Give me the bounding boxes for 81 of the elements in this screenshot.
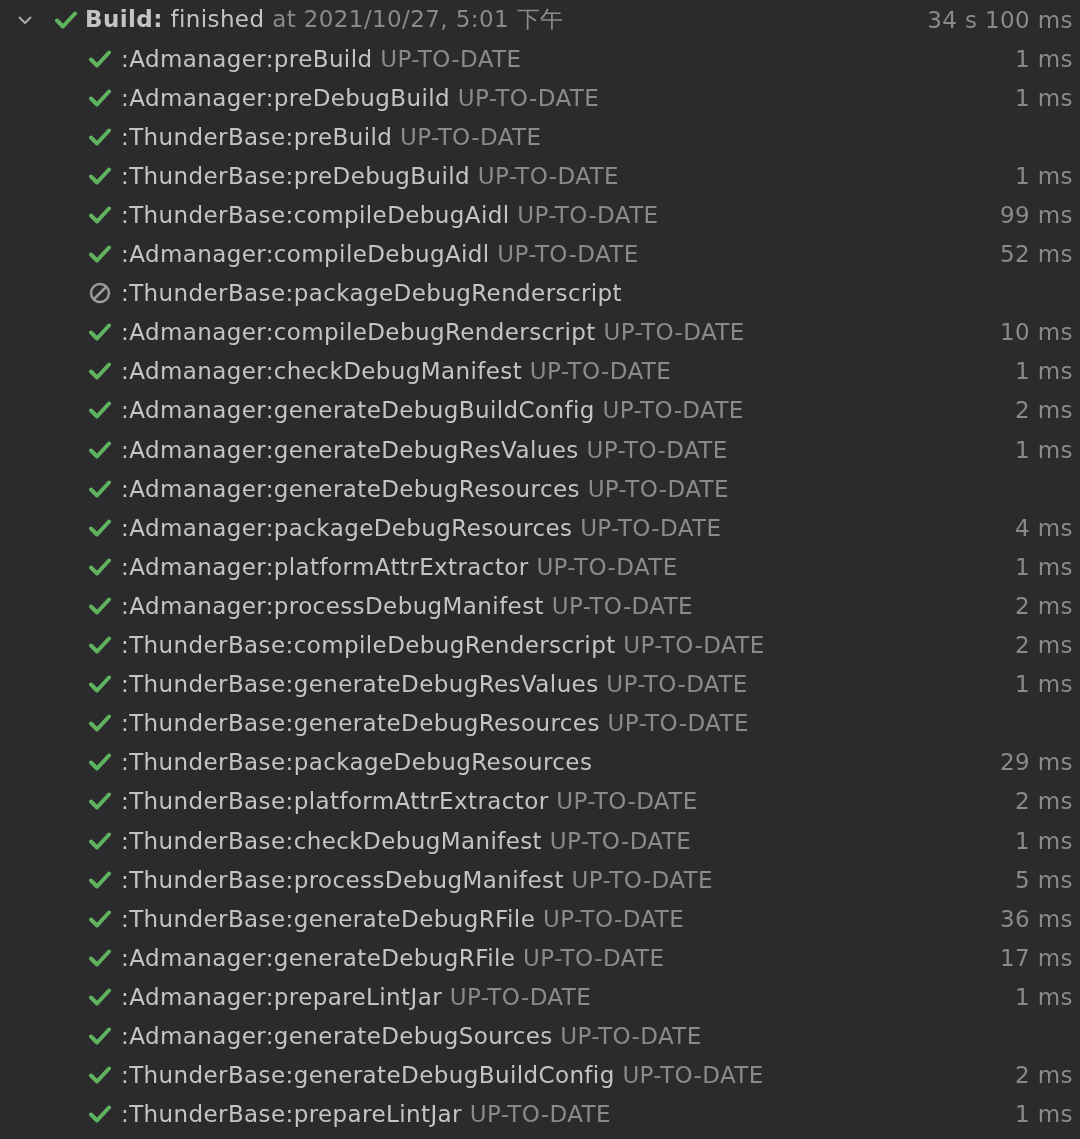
task-name: :Admanager:generateDebugResValues (121, 436, 579, 463)
task-status: UP-TO-DATE (400, 123, 542, 150)
task-name: :Admanager:preBuild (121, 45, 373, 72)
task-duration: 1 ms (1015, 358, 1073, 385)
task-name: :Admanager:generateDebugRFile (121, 944, 516, 971)
task-name: :Admanager:generateDebugSources (121, 1023, 553, 1049)
task-status: UP-TO-DATE (587, 475, 729, 502)
task-status: UP-TO-DATE (497, 241, 639, 268)
task-status: UP-TO-DATE (556, 788, 698, 815)
task-status: UP-TO-DATE (622, 1062, 764, 1089)
task-duration: 10 ms (1000, 319, 1073, 346)
task-name: :Admanager:checkDebugManifest (121, 358, 523, 385)
task-duration: 5 ms (1015, 866, 1073, 893)
task-duration: 1 ms (1015, 84, 1073, 111)
task-duration: 17 ms (1000, 944, 1073, 971)
build-label: Build: (85, 6, 163, 33)
build-time: at 2021/10/27, 5:01 下午 (272, 6, 564, 33)
task-duration: 4 ms (1015, 514, 1073, 541)
task-duration: 2 ms (1015, 788, 1073, 815)
task-status: UP-TO-DATE (623, 632, 765, 659)
task-duration: 29 ms (1000, 749, 1073, 776)
task-name: :Admanager:packageDebugResources (121, 514, 573, 541)
task-name: :Admanager:generateDebugResources (121, 475, 580, 502)
task-status: UP-TO-DATE (571, 866, 713, 893)
task-status: UP-TO-DATE (542, 905, 685, 932)
task-duration: 52 ms (1000, 241, 1073, 268)
task-duration: 36 ms (1000, 905, 1073, 932)
task-name: :ThunderBase:generateDebugResources (121, 710, 600, 737)
task-status: UP-TO-DATE (469, 1101, 611, 1128)
task-duration: 1 ms (1015, 671, 1073, 698)
task-duration: 2 ms (1015, 632, 1073, 659)
task-name: :ThunderBase:packageDebugRenderscript (121, 280, 622, 307)
task-name: :Admanager:compileDebugAidl (121, 241, 490, 268)
task-status: UP-TO-DATE (606, 671, 748, 698)
task-duration: 2 ms (1015, 1062, 1073, 1089)
task-name: :ThunderBase:preBuild (121, 123, 393, 150)
task-name: :ThunderBase:preDebugBuild (121, 162, 470, 189)
task-status: UP-TO-DATE (457, 84, 600, 111)
task-name: :ThunderBase:packageDebugResources (121, 749, 593, 776)
task-name: :ThunderBase:generateDebugResValues (121, 671, 599, 698)
task-status: UP-TO-DATE (586, 436, 728, 463)
task-duration: 2 ms (1015, 397, 1073, 424)
task-duration: 1 ms (1015, 45, 1073, 72)
task-status: UP-TO-DATE (603, 319, 745, 346)
task-duration: 2 ms (1015, 592, 1073, 619)
task-duration: 1 ms (1015, 436, 1073, 463)
task-name: :Admanager:prepareLintJar (121, 983, 443, 1010)
task-duration: 1 ms (1015, 162, 1073, 189)
task-duration: 1 ms (1015, 1101, 1073, 1128)
task-name: :Admanager:processDebugManifest (121, 592, 544, 619)
task-status: UP-TO-DATE (449, 983, 592, 1010)
task-name: :ThunderBase:checkDebugManifest (121, 827, 543, 854)
task-name: :Admanager:platformAttrExtractor (121, 553, 529, 580)
task-status: UP-TO-DATE (517, 202, 659, 228)
task-status: UP-TO-DATE (523, 944, 665, 971)
task-name: :Admanager:compileDebugRenderscript (121, 319, 596, 346)
task-status: UP-TO-DATE (607, 710, 749, 737)
task-name: :ThunderBase:compileDebugRenderscript (121, 632, 616, 659)
task-status: UP-TO-DATE (580, 514, 722, 541)
task-status: UP-TO-DATE (477, 162, 619, 189)
task-name: :ThunderBase:generateDebugRFile (121, 905, 536, 932)
task-name: :ThunderBase:platformAttrExtractor (121, 788, 549, 815)
task-duration: 1 ms (1015, 983, 1073, 1010)
task-name: :ThunderBase:processDebugManifest (121, 866, 564, 893)
task-status: UP-TO-DATE (602, 397, 744, 424)
build-state: finished (170, 6, 265, 33)
task-status: UP-TO-DATE (549, 827, 692, 854)
task-duration: 99 ms (1000, 202, 1073, 228)
task-name: :ThunderBase:compileDebugAidl (121, 202, 510, 228)
task-duration: 1 ms (1015, 553, 1073, 580)
task-status: UP-TO-DATE (529, 358, 672, 385)
task-status: UP-TO-DATE (560, 1023, 702, 1049)
task-name: :Admanager:preDebugBuild (121, 84, 451, 111)
task-status: UP-TO-DATE (380, 45, 522, 72)
task-duration: 1 ms (1015, 827, 1073, 854)
task-name: :Admanager:generateDebugBuildConfig (121, 397, 595, 424)
task-name: :ThunderBase:generateDebugBuildConfig (121, 1062, 615, 1089)
task-status: UP-TO-DATE (536, 553, 678, 580)
build-duration: 34 s 100 ms (927, 6, 1073, 33)
task-status: UP-TO-DATE (551, 592, 694, 619)
task-name: :ThunderBase:prepareLintJar (121, 1101, 462, 1128)
